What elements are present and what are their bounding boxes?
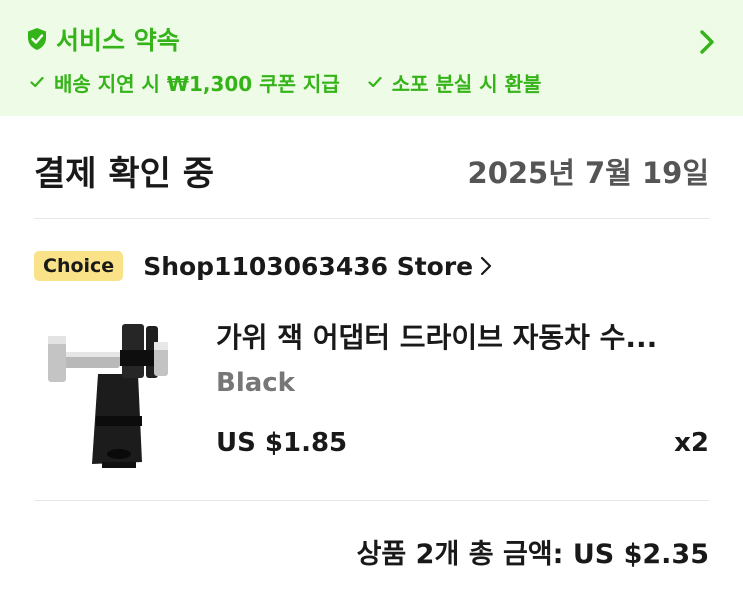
service-promise-header: 서비스 약속 (26, 22, 180, 56)
order-card: 결제 확인 중 2025년 7월 19일 Choice Shop11030634… (0, 116, 743, 605)
divider (34, 218, 709, 219)
order-status: 결제 확인 중 (34, 154, 215, 194)
store-name: Shop1103063436 Store (143, 251, 474, 281)
product-price: US $1.85 (216, 428, 348, 458)
store-row[interactable]: Choice Shop1103063436 Store (34, 250, 493, 282)
service-promise-title: 서비스 약속 (56, 26, 180, 55)
product-image[interactable] (34, 312, 194, 480)
store-link[interactable]: Shop1103063436 Store (143, 252, 493, 281)
divider (34, 500, 709, 501)
product-variant: Black (216, 368, 295, 398)
choice-badge: Choice (34, 251, 124, 281)
product-title[interactable]: 가위 잭 어댑터 드라이브 자동차 수... (216, 316, 696, 356)
guarantee-list: 배송 지연 시 ₩1,300 쿠폰 지급 소포 분실 시 환불 (30, 65, 541, 99)
chevron-right-icon[interactable] (695, 28, 719, 56)
guarantee-delay-coupon: 배송 지연 시 ₩1,300 쿠폰 지급 (30, 65, 340, 99)
order-date: 2025년 7월 19일 (467, 156, 709, 190)
shield-check-icon (28, 28, 46, 50)
guarantee-label: 소포 분실 시 환불 (391, 71, 542, 96)
checkmark-icon (368, 76, 382, 88)
checkmark-icon (30, 76, 44, 88)
chevron-right-icon (481, 256, 492, 276)
guarantee-label: 배송 지연 시 ₩1,300 쿠폰 지급 (54, 71, 340, 96)
product-quantity: x2 (674, 428, 709, 458)
service-promise-banner[interactable]: 서비스 약속 배송 지연 시 ₩1,300 쿠폰 지급 소포 분실 시 환불 (0, 0, 743, 116)
guarantee-lost-refund: 소포 분실 시 환불 (368, 65, 542, 99)
order-total: 상품 2개 총 금액: US $2.35 (356, 539, 709, 570)
